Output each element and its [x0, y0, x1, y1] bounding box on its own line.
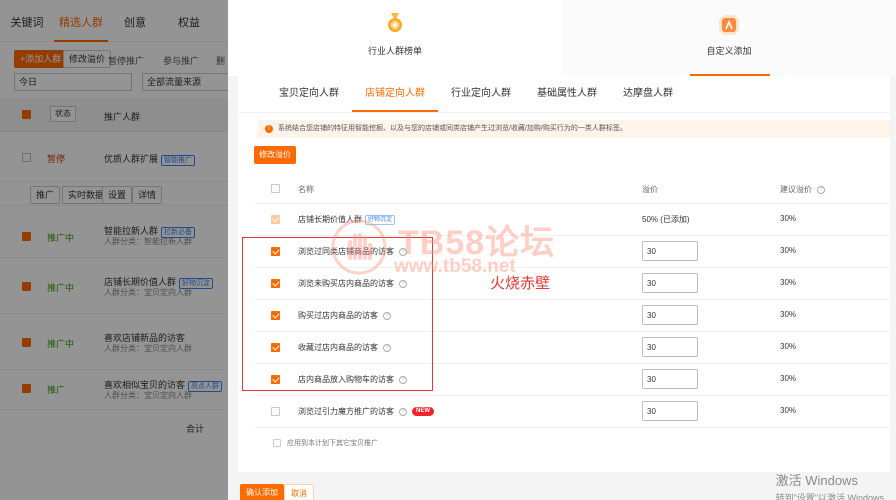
bid-value: 50% (已添加) — [642, 215, 690, 224]
apply-all-label: 应用到本计划下其它宝贝推广 — [287, 440, 378, 447]
suggested-bid: 30% — [780, 342, 797, 351]
watermark-hand-icon — [331, 219, 387, 275]
bid-input[interactable] — [642, 305, 698, 325]
crowd-name: 浏览过引力魔方推广的访客? NEW — [298, 406, 434, 417]
windows-watermark-line1: 激活 Windows — [775, 473, 858, 488]
row-checkbox — [271, 215, 280, 224]
medal-icon — [388, 13, 402, 32]
tab-dmp-crowd[interactable]: 达摩盘人群 — [610, 76, 686, 112]
confirm-add-button[interactable]: 确认添加 — [240, 484, 284, 500]
watermark-url: www.tb58.net — [394, 256, 516, 277]
suggested-bid: 30% — [780, 310, 797, 319]
info-notice: ! 系统结合您店铺的特征用智能挖掘、以及与您的店铺或同类店铺产生过浏览/收藏/加… — [258, 120, 890, 138]
tab-industry-crowd[interactable]: 行业定向人群 — [438, 76, 524, 112]
windows-watermark-line2: 转到"设置"以激活 Windows — [775, 493, 884, 500]
custom-add-icon — [719, 15, 739, 35]
industry-ranking-label: 行业人群榜单 — [367, 46, 422, 56]
edit-bid-button[interactable]: 修改溢价 — [254, 146, 296, 164]
custom-add-label: 自定义添加 — [706, 46, 752, 56]
bid-input[interactable] — [642, 369, 698, 389]
custom-add-card[interactable]: 自定义添加 — [562, 0, 896, 76]
industry-ranking-card[interactable]: 行业人群榜单 — [228, 0, 562, 76]
cancel-button[interactable]: 取消 — [284, 484, 314, 500]
suggested-bid: 30% — [780, 406, 797, 415]
column-bid: 溢价 — [642, 185, 658, 194]
new-badge: NEW — [412, 407, 434, 417]
help-icon: ? — [817, 185, 825, 194]
bid-input[interactable] — [642, 241, 698, 261]
notice-text: 系统结合您店铺的特征用智能挖掘、以及与您的店铺或同类店铺产生过浏览/收藏/加购/… — [278, 125, 627, 132]
apply-all-checkbox[interactable] — [273, 439, 281, 447]
select-all-checkbox[interactable] — [271, 184, 280, 193]
suggested-bid: 30% — [780, 214, 797, 223]
tab-item-crowd[interactable]: 宝贝定向人群 — [266, 76, 352, 112]
column-suggested-bid: 建议溢价? — [780, 184, 825, 195]
tab-shop-crowd[interactable]: 店铺定向人群 — [352, 76, 438, 112]
tab-basic-attr-crowd[interactable]: 基础属性人群 — [524, 76, 610, 112]
help-icon[interactable]: ? — [399, 407, 407, 416]
bid-input[interactable] — [642, 337, 698, 357]
crowd-source-cards: 行业人群榜单 自定义添加 — [228, 0, 896, 76]
bid-input[interactable] — [642, 401, 698, 421]
bid-input[interactable] — [642, 273, 698, 293]
apply-all-option[interactable]: 应用到本计划下其它宝贝推广 — [254, 428, 890, 458]
tab-divider — [238, 112, 890, 113]
windows-activation-watermark: 激活 Windows 转到"设置"以激活 Windows — [776, 470, 884, 500]
row-checkbox[interactable] — [271, 407, 280, 416]
table-row: 浏览过引力魔方推广的访客?NEW 30% — [254, 396, 890, 428]
crowd-segment-tabs: 宝贝定向人群 店铺定向人群 行业定向人群 基础属性人群 达摩盘人群 — [266, 76, 686, 112]
suggested-bid: 30% — [780, 246, 797, 255]
info-icon: ! — [265, 125, 273, 133]
suggested-bid: 30% — [780, 278, 797, 287]
table-header: 名称 溢价 建议溢价? — [254, 174, 890, 204]
suggested-bid: 30% — [780, 374, 797, 383]
column-name: 名称 — [298, 185, 314, 194]
